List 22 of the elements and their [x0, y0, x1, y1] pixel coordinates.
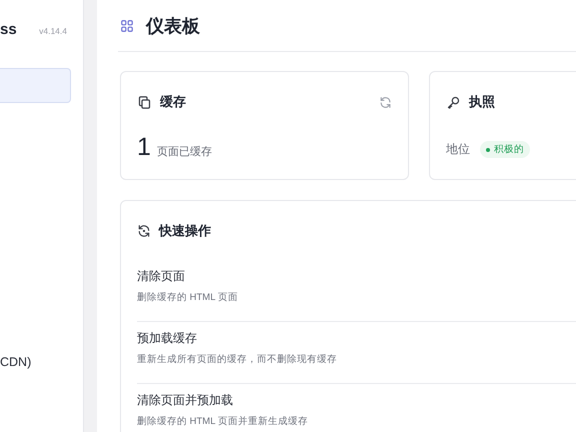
- grid-icon: [120, 18, 134, 32]
- count-label: 页面已缓存: [156, 145, 212, 159]
- status-label: 地位: [446, 141, 470, 158]
- card-title: 快速操作: [159, 222, 211, 240]
- key-icon: [446, 94, 461, 110]
- action-description: 重新生成所有页面的缓存，而不删除现有缓存: [137, 353, 338, 366]
- copy-icon: [137, 94, 152, 110]
- sidebar-item[interactable]: CDN): [0, 345, 71, 380]
- action-title: 预加载缓存: [137, 330, 198, 347]
- card-title: 执照: [469, 93, 495, 111]
- version-label: v4.14.4: [39, 26, 67, 36]
- action-description: 删除缓存的 HTML 页面并重新生成缓存: [137, 415, 309, 428]
- card-title: 缓存: [160, 93, 186, 111]
- refresh-icon: [137, 224, 151, 238]
- action-title: 清除页面: [137, 268, 186, 285]
- page-title: 仪表板: [146, 14, 200, 38]
- action-title: 清除页面并预加载: [137, 392, 234, 409]
- refresh-icon[interactable]: [379, 96, 392, 108]
- cached-count: 1: [137, 133, 151, 162]
- brand-name: ss: [0, 21, 17, 38]
- action-description: 删除缓存的 HTML 页面: [137, 291, 239, 304]
- status-badge: 积极的: [480, 141, 530, 158]
